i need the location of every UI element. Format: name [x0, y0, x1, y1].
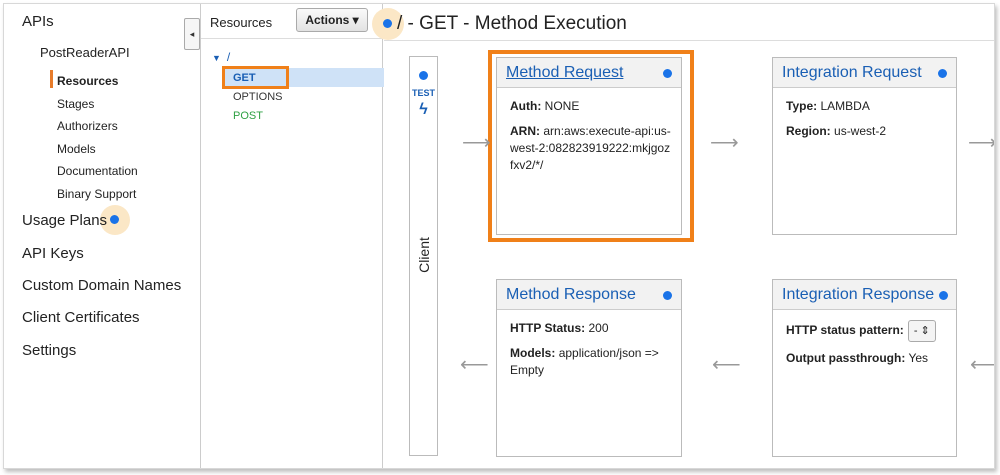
- status-pattern-stepper[interactable]: - ⇕: [907, 320, 936, 342]
- integration-request-title[interactable]: Integration Request: [782, 64, 922, 82]
- passthrough-label: Output passthrough:: [786, 351, 906, 365]
- title-divider: [384, 40, 994, 41]
- card-header: Integration Request: [773, 58, 956, 88]
- method-execution-panel: / - GET - Method Execution TEST ϟ Client…: [372, 4, 995, 468]
- resources-title: Resources: [210, 15, 273, 30]
- integration-request-dot-icon: [938, 69, 947, 78]
- nav-item-custom-domain-names[interactable]: Custom Domain Names: [22, 277, 181, 294]
- method-response-title[interactable]: Method Response: [506, 286, 636, 304]
- method-response-card: Method Response HTTP Status: 200 Models:…: [496, 279, 682, 457]
- nav-api-name[interactable]: PostReaderAPI: [40, 45, 130, 60]
- lightning-bolt-icon[interactable]: ϟ: [410, 101, 437, 119]
- nav-item-documentation[interactable]: Documentation: [57, 164, 138, 178]
- arrow-right-icon: ⟶: [968, 132, 995, 154]
- integration-request-card: Integration Request Type: LAMBDA Region:…: [772, 57, 957, 235]
- arrow-right-icon: ⟶: [710, 132, 739, 154]
- nav-item-client-certificates[interactable]: Client Certificates: [22, 309, 140, 326]
- nav-apis[interactable]: APIs: [22, 13, 54, 30]
- app-frame: APIs PostReaderAPI Resources Stages Auth…: [3, 3, 995, 469]
- arrow-left-icon: ⟵: [460, 354, 489, 376]
- nav-item-api-keys[interactable]: API Keys: [22, 245, 84, 262]
- actions-button[interactable]: Actions ▾: [296, 8, 368, 32]
- resource-root[interactable]: ▼ /: [212, 50, 230, 64]
- nav-item-models[interactable]: Models: [57, 142, 96, 156]
- get-callout-box: [222, 66, 289, 89]
- integration-response-body: HTTP status pattern: - ⇕ Output passthrou…: [786, 320, 948, 375]
- test-link[interactable]: TEST: [410, 88, 437, 98]
- nav-item-stages[interactable]: Stages: [57, 97, 94, 111]
- method-response-body: HTTP Status: 200 Models: application/jso…: [510, 320, 673, 387]
- type-label: Type:: [786, 99, 818, 113]
- client-box: TEST ϟ Client: [409, 56, 438, 456]
- active-indicator: [50, 70, 53, 88]
- type-value: LAMBDA: [820, 99, 870, 113]
- nav-item-settings[interactable]: Settings: [22, 342, 76, 359]
- models-label: Models:: [510, 346, 556, 360]
- integration-response-card: Integration Response HTTP status pattern…: [772, 279, 957, 457]
- integration-request-body: Type: LAMBDA Region: us-west-2: [786, 98, 948, 148]
- expand-triangle-icon[interactable]: ▼: [212, 53, 221, 63]
- nav-item-authorizers[interactable]: Authorizers: [57, 119, 118, 133]
- integration-response-dot-icon: [939, 291, 948, 300]
- method-response-dot-icon: [663, 291, 672, 300]
- passthrough-value: Yes: [908, 351, 929, 365]
- nav-item-binary-support[interactable]: Binary Support: [57, 187, 136, 201]
- status-pattern-value: -: [913, 325, 918, 337]
- resources-divider: [201, 38, 384, 39]
- usage-plans-dot-icon: [110, 215, 119, 224]
- region-value: us-west-2: [834, 124, 887, 138]
- http-status-label: HTTP Status:: [510, 321, 586, 335]
- arrow-left-icon: ⟵: [712, 354, 741, 376]
- nav-item-resources[interactable]: Resources: [57, 74, 118, 88]
- status-pattern-label: HTTP status pattern:: [786, 323, 904, 338]
- card-header: Method Response: [497, 280, 681, 310]
- client-dot-icon: [419, 71, 428, 80]
- resource-root-path: /: [226, 50, 231, 64]
- method-options[interactable]: OPTIONS: [233, 91, 283, 103]
- nav-item-usage-plans[interactable]: Usage Plans: [22, 212, 107, 229]
- card-header: Integration Response: [773, 280, 956, 310]
- integration-response-title[interactable]: Integration Response: [782, 286, 934, 304]
- arrow-left-icon: ⟵: [970, 352, 994, 377]
- region-label: Region:: [786, 124, 831, 138]
- resources-pane: Resources Actions ▾ ▼ / GET OPTIONS POST: [200, 4, 384, 468]
- method-request-callout-box: [488, 50, 694, 242]
- http-status-value: 200: [588, 321, 609, 335]
- title-dot-icon: [383, 19, 392, 28]
- left-nav: APIs PostReaderAPI Resources Stages Auth…: [4, 4, 200, 468]
- collapse-nav-icon[interactable]: ◂: [184, 18, 200, 50]
- arrow-right-icon: ⟶: [462, 132, 491, 154]
- page-title: / - GET - Method Execution: [397, 13, 627, 34]
- client-label: Client: [416, 237, 432, 273]
- method-post[interactable]: POST: [233, 110, 263, 122]
